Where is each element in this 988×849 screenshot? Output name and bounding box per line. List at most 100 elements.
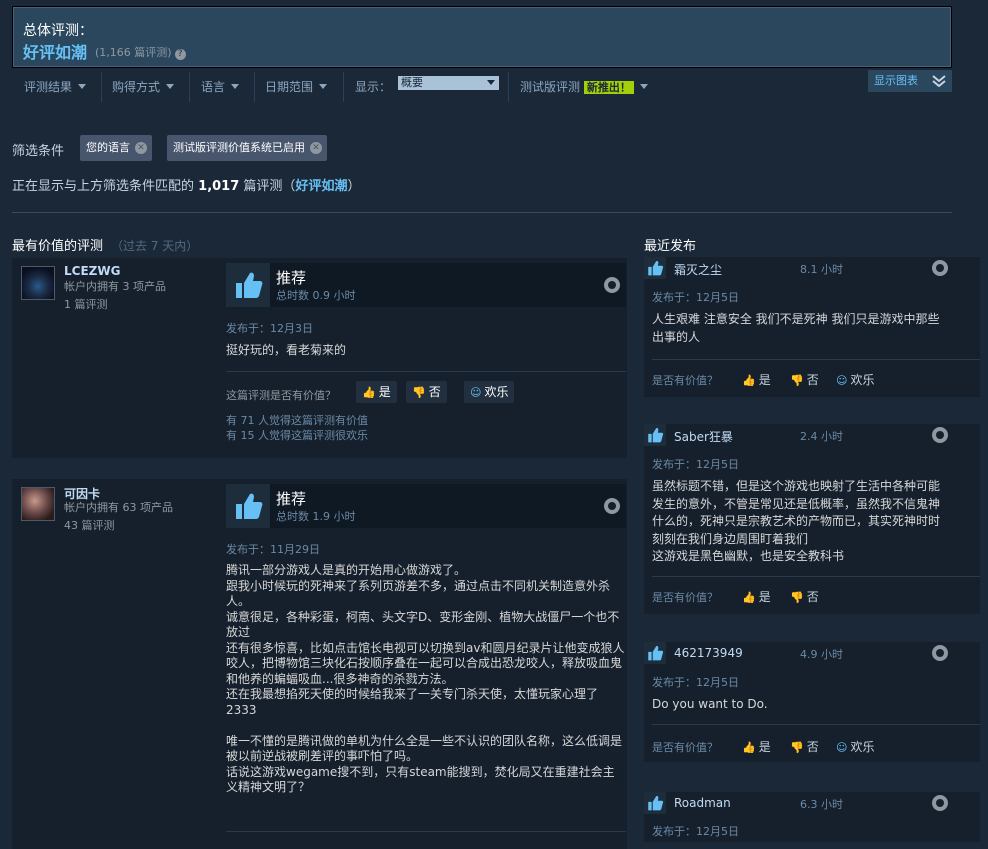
question-icon[interactable]: ? (174, 49, 186, 60)
thumbs-down-icon: 👎 (790, 374, 804, 387)
steam-icon (932, 260, 948, 276)
divider (226, 371, 626, 372)
steam-icon (604, 498, 620, 514)
smiley-icon: ☺ (836, 741, 848, 754)
vote-no-button[interactable]: 👎 否 (790, 371, 819, 388)
vote-no-button[interactable]: 👎 否 (790, 588, 819, 605)
recent-review-bar[interactable]: 霜灭之尘 8.1 小时 (644, 257, 952, 279)
divider (189, 72, 190, 102)
review-date: 发布于：11月29日 (226, 543, 320, 556)
vote-funny-button[interactable]: ☺ 欢乐 (464, 381, 515, 403)
display-select-value: 概要 (401, 76, 423, 89)
display-select[interactable]: 概要 (398, 76, 499, 90)
divider (226, 831, 626, 832)
review-helpful-stats: 有 71 人觉得这篇评测有价值 有 15 人觉得这篇评测很欢乐 (226, 413, 368, 443)
recent-review: 462173949 4.9 小时 发布于：12月5日 Do you want t… (644, 642, 980, 762)
avatar[interactable] (21, 266, 55, 300)
filter-date-range[interactable]: 日期范围 (265, 78, 328, 95)
vote-funny-label: 欢乐 (850, 740, 875, 754)
thumbs-down-icon: 👎 (790, 591, 804, 604)
filter-review-type[interactable]: 评测结果 (24, 78, 87, 95)
matching-summary: 正在显示与上方筛选条件匹配的 1,017 篇评测（好评如潮） (12, 175, 360, 194)
vote-no-label: 否 (428, 385, 441, 399)
recent-review-bar[interactable]: Saber狂暴 2.4 小时 (644, 424, 952, 446)
thumbs-up-icon (226, 263, 270, 307)
vote-yes-button[interactable]: 👍 是 (742, 588, 771, 605)
recent-reviewer-name[interactable]: Saber狂暴 (674, 428, 733, 445)
review-verdict-bar[interactable]: 推荐 总时数 0.9 小时 (226, 263, 626, 307)
divider (652, 724, 980, 725)
chevron-down-icon (487, 80, 495, 85)
vote-yes-button[interactable]: 👍 是 (356, 381, 397, 403)
matching-suffix: 篇评测（ (243, 179, 296, 194)
new-badge: 新推出！ (583, 81, 634, 94)
vote-funny-button[interactable]: ☺ 欢乐 (836, 738, 874, 755)
vote-no-label: 否 (806, 373, 819, 387)
review-filter-bar: 评测结果 购得方式 语言 日期范围 显示： 概要 测试版评测 新推出！ (12, 70, 952, 104)
vote-no-button[interactable]: 👎 否 (406, 381, 447, 403)
recent-reviewer-name[interactable]: Roadman (674, 796, 731, 810)
show-chart-button[interactable]: 显示图表 (868, 70, 952, 92)
matching-rating[interactable]: 好评如潮 (295, 179, 347, 194)
filter-chip-beta[interactable]: 测试版评测价值系统已启用 ✕ (167, 135, 327, 161)
vote-yes-button[interactable]: 👍 是 (742, 738, 771, 755)
recent-vote-row: 是否有价值？ 👍 是 👎 否 (652, 586, 952, 606)
vote-funny-button[interactable]: ☺ 欢乐 (836, 371, 874, 388)
review-verdict: 推荐 (276, 269, 307, 287)
avatar[interactable] (21, 487, 55, 521)
chip-label: 测试版评测价值系统已启用 (173, 141, 305, 154)
divider (254, 72, 255, 102)
recent-reviewer-name[interactable]: 462173949 (674, 646, 743, 660)
filter-beta-reviews[interactable]: 测试版评测 新推出！ (520, 78, 648, 95)
reviewer-info: 帐户内拥有 63 项产品 43 篇评测 (64, 499, 173, 535)
recent-body: Do you want to Do. (652, 697, 768, 711)
divider (652, 576, 980, 577)
vote-funny-label: 欢乐 (850, 373, 875, 387)
close-icon[interactable]: ✕ (135, 142, 147, 154)
thumbs-down-icon: 👎 (790, 741, 804, 754)
recent-review-bar[interactable]: 462173949 4.9 小时 (644, 642, 952, 664)
review-vote-row: 这篇评测是否有价值？ 👍 是 👎 否 ☺ 欢乐 (226, 381, 626, 407)
reviewer-reviews[interactable]: 43 篇评测 (64, 517, 173, 535)
chevron-down-icon (639, 84, 648, 89)
close-icon[interactable]: ✕ (310, 142, 322, 154)
recent-date: 发布于：12月5日 (652, 825, 739, 838)
chip-label: 您的语言 (86, 141, 130, 154)
thumbs-up-icon (226, 484, 270, 528)
summary-count-text: (1,166 篇评测) (95, 46, 172, 59)
recent-date: 发布于：12月5日 (652, 676, 739, 689)
thumbs-down-icon: 👎 (412, 386, 426, 399)
recent-hours: 2.4 小时 (800, 430, 843, 443)
thumbs-up-icon: 👍 (742, 591, 756, 604)
filter-language[interactable]: 语言 (201, 78, 240, 95)
reviewer-name[interactable]: LCEZWG (64, 264, 120, 278)
filter-chip-language[interactable]: 您的语言 ✕ (80, 135, 152, 161)
smiley-icon: ☺ (470, 386, 482, 399)
summary-rating[interactable]: 好评如潮 (23, 39, 87, 63)
recent-reviewer-name[interactable]: 霜灭之尘 (674, 261, 722, 278)
filter-purchase-type[interactable]: 购得方式 (112, 78, 175, 95)
reviewer-reviews[interactable]: 1 篇评测 (64, 296, 166, 314)
thumbs-up-icon: 👍 (742, 741, 756, 754)
review-verdict-bar[interactable]: 推荐 总时数 1.9 小时 (226, 484, 626, 528)
recent-body: 人生艰难 注意安全 我们不是死神 我们只是游戏中那些出事的人 (652, 312, 940, 344)
reviewer-products[interactable]: 帐户内拥有 3 项产品 (64, 278, 166, 296)
display-label: 显示： (355, 80, 392, 94)
recent-review-bar[interactable]: Roadman 6.3 小时 (644, 792, 952, 814)
most-helpful-period: （过去 7 天内） (111, 239, 199, 253)
steam-icon (932, 645, 948, 661)
recent-review: 霜灭之尘 8.1 小时 发布于：12月5日 人生艰难 注意安全 我们不是死神 我… (644, 257, 980, 397)
reviewer-products[interactable]: 帐户内拥有 63 项产品 (64, 499, 173, 517)
divider (652, 359, 980, 360)
vote-no-button[interactable]: 👎 否 (790, 738, 819, 755)
chevron-down-icon (319, 84, 328, 89)
matching-count: 1,017 (198, 179, 240, 194)
steam-icon (932, 427, 948, 443)
matching-prefix: 正在显示与上方筛选条件匹配的 (12, 179, 195, 194)
thumbs-up-icon (644, 642, 666, 664)
recent-header: 最近发布 (644, 239, 697, 254)
divider (508, 72, 509, 102)
vote-yes-button[interactable]: 👍 是 (742, 371, 771, 388)
helpful-count: 有 71 人觉得这篇评测有价值 (226, 414, 368, 427)
most-helpful-header: 最有价值的评测 （过去 7 天内） (12, 235, 198, 254)
